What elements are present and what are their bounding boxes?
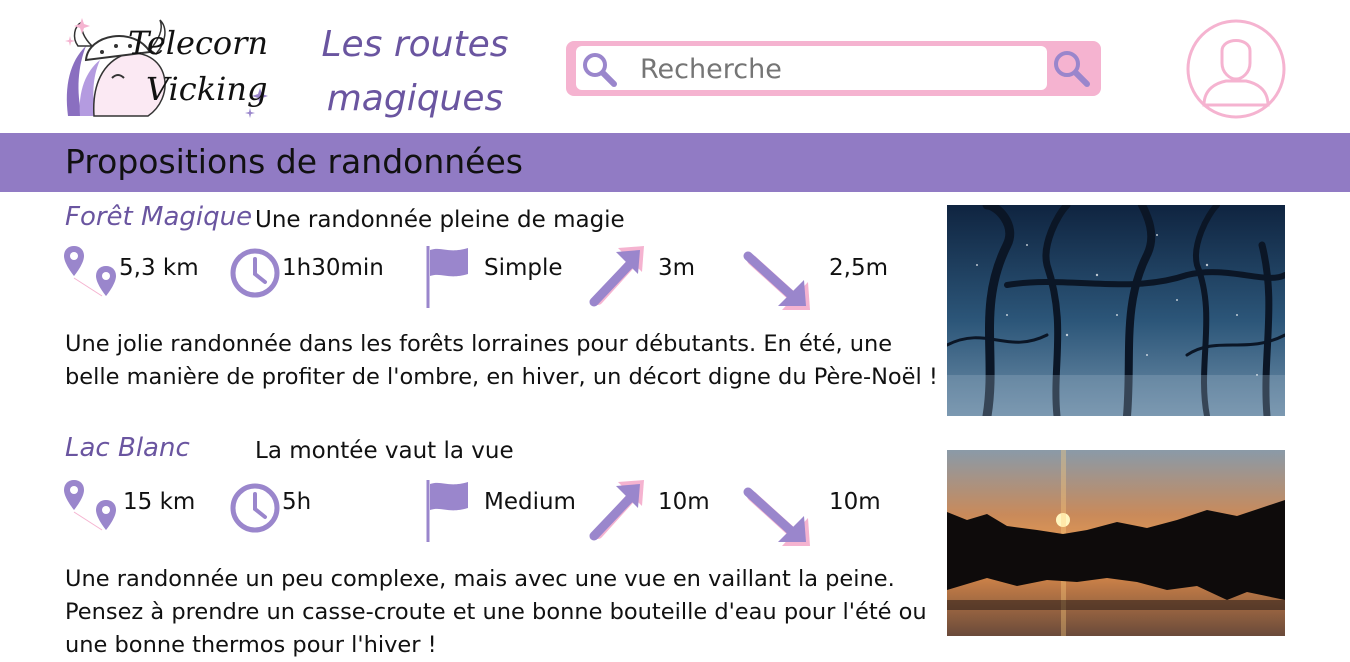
clock-icon: [230, 248, 280, 298]
hike-descent: 2,5m: [829, 255, 888, 281]
hike-tagline: Une randonnée pleine de magie: [255, 207, 625, 233]
logo-text-line1: Telecorn: [128, 24, 268, 62]
hike-description: Une randonnée un peu complexe, mais avec…: [65, 566, 927, 658]
hike-ascent: 10m: [658, 489, 710, 515]
flag-icon: [426, 480, 468, 542]
logo-unicorn-viking[interactable]: Telecorn Vicking: [64, 16, 274, 122]
logo-text-line2: Vicking: [146, 70, 267, 108]
search-input[interactable]: [640, 50, 1040, 88]
hike-photo-lake[interactable]: [947, 450, 1285, 636]
hike-difficulty: Simple: [484, 255, 563, 281]
hike-distance: 5,3 km: [119, 255, 199, 281]
arrow-up-icon: [589, 480, 644, 541]
arrow-down-icon: [743, 251, 810, 310]
hike-tagline: La montée vaut la vue: [255, 438, 514, 464]
hike-description: Une jolie randonnée dans les forêts lorr…: [65, 331, 938, 390]
search-button-icon[interactable]: [1050, 47, 1092, 89]
hike-duration: 1h30min: [282, 255, 384, 281]
search-icon: [583, 53, 617, 87]
arrow-up-icon: [589, 246, 644, 307]
arrow-down-icon: [743, 487, 810, 546]
hike-name[interactable]: Lac Blanc: [65, 433, 190, 463]
flag-icon: [426, 246, 468, 308]
clock-icon: [230, 483, 280, 533]
hike-distance: 15 km: [123, 489, 196, 515]
profile-icon[interactable]: [1186, 19, 1286, 119]
section-title: Propositions de randonnées: [65, 142, 523, 181]
map-pin-icon: [64, 246, 116, 297]
hike-ascent: 3m: [658, 255, 696, 281]
hike-descent: 10m: [829, 489, 881, 515]
site-title: Les routes magiques: [321, 24, 509, 119]
hike-duration: 5h: [282, 489, 312, 515]
hike-difficulty: Medium: [484, 489, 576, 515]
hike-name[interactable]: Forêt Magique: [65, 202, 252, 232]
map-pin-icon: [64, 480, 116, 531]
hike-photo-forest[interactable]: [947, 205, 1285, 416]
